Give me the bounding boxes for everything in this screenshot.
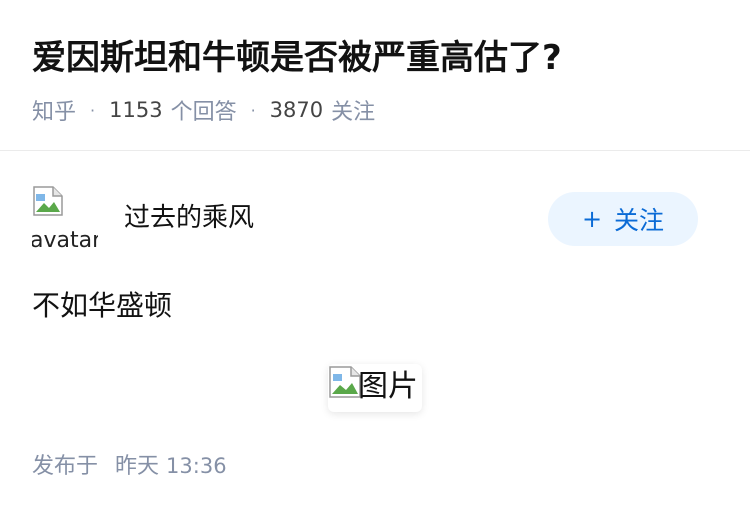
image-alt-text: 图片 bbox=[358, 369, 418, 404]
follow-button-label: 关注 bbox=[614, 206, 665, 235]
follow-button[interactable]: + 关注 bbox=[548, 192, 698, 246]
answer-author-row: avatar 过去的乘风 + 关注 bbox=[32, 186, 718, 256]
question-meta: 知乎 · 1153 个回答 · 3870 关注 bbox=[32, 92, 375, 128]
answer-text: 不如华盛顿 bbox=[32, 289, 173, 322]
author-name[interactable]: 过去的乘风 bbox=[124, 200, 254, 236]
publish-clock: 13:36 bbox=[166, 454, 227, 478]
publish-time: 发布于 昨天 13:36 bbox=[32, 448, 227, 485]
answer-image[interactable]: 图片 bbox=[328, 364, 422, 412]
answers-label: 个回答 bbox=[170, 100, 237, 125]
meta-separator: · bbox=[250, 100, 256, 120]
answers-count: 1153 bbox=[109, 98, 163, 122]
followers-count: 3870 bbox=[269, 98, 324, 122]
broken-image-icon bbox=[33, 186, 63, 216]
question-title[interactable]: 爱因斯坦和牛顿是否被严重高估了? bbox=[32, 34, 562, 82]
broken-image-icon bbox=[329, 366, 361, 398]
avatar-alt-text: avatar bbox=[32, 228, 98, 252]
followers-label: 关注 bbox=[331, 100, 376, 125]
avatar[interactable]: avatar bbox=[32, 186, 98, 252]
publish-day: 昨天 bbox=[115, 454, 160, 479]
meta-separator: · bbox=[90, 100, 96, 120]
question-header: 爱因斯坦和牛顿是否被严重高估了? 知乎 · 1153 个回答 · 3870 关注 bbox=[0, 0, 750, 151]
plus-icon: + bbox=[581, 205, 603, 233]
publish-prefix: 发布于 bbox=[32, 454, 99, 479]
source-label[interactable]: 知乎 bbox=[32, 94, 76, 126]
